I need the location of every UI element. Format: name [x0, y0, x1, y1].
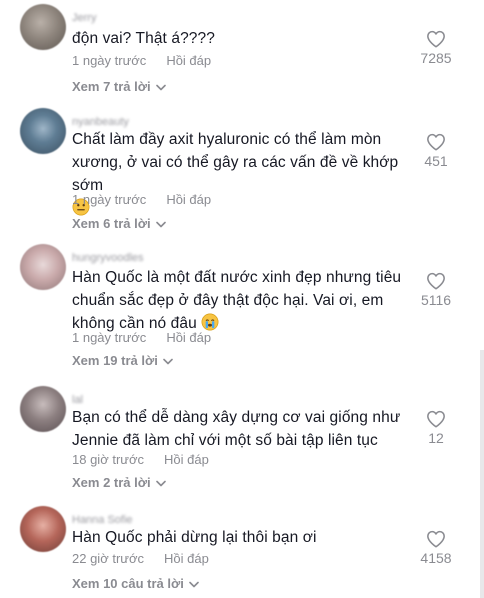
comment-text: Hàn Quốc phải dừng lại thôi bạn ơi — [72, 529, 317, 546]
comment-meta: 18 giờ trước Hồi đáp — [72, 452, 209, 467]
comment-username[interactable]: hungryvoodles — [72, 252, 144, 264]
view-replies-label: Xem 2 trả lời — [72, 475, 151, 490]
reply-button[interactable]: Hồi đáp — [164, 452, 209, 467]
avatar[interactable] — [20, 386, 66, 432]
chevron-down-icon — [155, 221, 166, 228]
view-replies-button[interactable]: Xem 6 trả lời — [72, 216, 166, 231]
like-button[interactable]: 5116 — [416, 272, 456, 308]
like-button[interactable]: 4158 — [416, 530, 456, 566]
comment-meta: 1 ngày trước Hồi đáp — [72, 53, 211, 68]
chevron-down-icon — [189, 581, 199, 588]
comment-meta: 1 ngày trước Hồi đáp — [72, 192, 211, 207]
view-replies-label: Xem 6 trả lời — [72, 216, 151, 231]
scrollbar[interactable] — [480, 350, 484, 598]
view-replies-button[interactable]: Xem 10 câu trả lời — [72, 576, 199, 591]
avatar[interactable] — [20, 506, 66, 552]
like-count: 12 — [428, 430, 444, 446]
view-replies-label: Xem 10 câu trả lời — [72, 576, 184, 591]
view-replies-label: Xem 19 trả lời — [72, 353, 158, 368]
comment-text-body: Chất làm đầy axit hyaluronic có thể làm … — [72, 131, 399, 194]
view-replies-button[interactable]: Xem 19 trả lời — [72, 353, 173, 368]
comment-text-body: Hàn Quốc là một đất nước xinh đẹp nhưng … — [72, 269, 402, 332]
reply-button[interactable]: Hồi đáp — [166, 53, 211, 68]
avatar[interactable] — [20, 108, 66, 154]
like-count: 5116 — [420, 292, 452, 308]
comment-username[interactable]: lal — [72, 394, 83, 406]
comment-text: Hàn Quốc là một đất nước xinh đẹp nhưng … — [72, 266, 412, 335]
like-button[interactable]: 7285 — [416, 30, 456, 66]
heart-icon — [427, 30, 445, 48]
avatar[interactable] — [20, 244, 66, 290]
view-replies-button[interactable]: Xem 7 trả lời — [72, 79, 166, 94]
heart-icon — [427, 133, 445, 151]
reply-button[interactable]: Hồi đáp — [166, 192, 211, 207]
comment-meta: 22 giờ trước Hồi đáp — [72, 551, 209, 566]
comment-text: Bạn có thể dễ dàng xây dựng cơ vai giống… — [72, 409, 401, 449]
comment-timestamp: 18 giờ trước — [72, 452, 144, 467]
crying-face-emoji — [201, 313, 219, 331]
chevron-down-icon — [155, 84, 166, 91]
chevron-down-icon — [155, 480, 166, 487]
view-replies-button[interactable]: Xem 2 trả lời — [72, 475, 166, 490]
like-count: 7285 — [420, 50, 452, 66]
comment-username[interactable]: nyanbeauty — [72, 116, 129, 128]
reply-button[interactable]: Hồi đáp — [164, 551, 209, 566]
like-count: 4158 — [420, 550, 452, 566]
comment-timestamp: 1 ngày trước — [72, 330, 147, 345]
avatar[interactable] — [20, 4, 66, 50]
comment-username[interactable]: Jerry — [72, 12, 96, 24]
comment-timestamp: 22 giờ trước — [72, 551, 144, 566]
chevron-down-icon — [163, 358, 173, 365]
like-button[interactable]: 451 — [416, 133, 456, 169]
view-replies-label: Xem 7 trả lời — [72, 79, 151, 94]
comment-timestamp: 1 ngày trước — [72, 53, 147, 68]
comment-username[interactable]: Hanna Sofie — [72, 514, 133, 526]
like-count: 451 — [424, 153, 448, 169]
reply-button[interactable]: Hồi đáp — [166, 330, 211, 345]
heart-icon — [427, 410, 445, 428]
comment-text: độn vai? Thật á???? — [72, 30, 215, 47]
like-button[interactable]: 12 — [416, 410, 456, 446]
comment-meta: 1 ngày trước Hồi đáp — [72, 330, 211, 345]
heart-icon — [427, 530, 445, 548]
comment-timestamp: 1 ngày trước — [72, 192, 147, 207]
heart-icon — [427, 272, 445, 290]
